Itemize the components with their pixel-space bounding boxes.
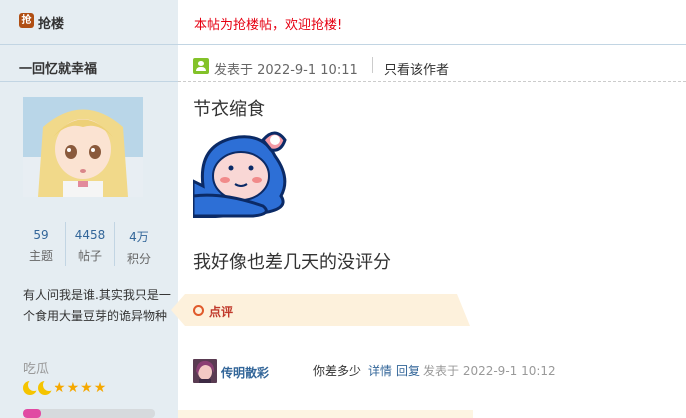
avatar-image [23,97,143,197]
stat-label: 积分 [126,252,151,266]
comment-reply-link[interactable]: 回复 [396,362,420,379]
comment-header-label: 点评 [209,305,234,319]
stat-threads[interactable]: 59 主题 [17,222,66,266]
author-name[interactable]: 一回忆就幸福 [19,58,97,77]
comment-section-footer [178,410,473,418]
qianlou-header: 抢 抢楼 [0,0,178,45]
qianlou-label[interactable]: 抢楼 [38,13,64,32]
stat-label: 主题 [28,249,53,263]
comment-username[interactable]: 传明散彩 [221,364,269,381]
comment-text: 你差多少 [313,364,362,378]
stat-credits[interactable]: 4万 积分 [115,222,163,266]
comment-section-header: 点评 [171,294,470,326]
stat-posts[interactable]: 4458 帖子 [66,222,115,266]
post-meta: 发表于 2022-9-1 10:11 只看该作者 [178,52,686,82]
emoji-sticker [191,126,291,220]
blue-mascot-sticker-icon [191,131,287,220]
comment-avatar[interactable] [193,359,217,383]
divider [372,57,373,73]
rank-stars: ★ ★ ★ ★ [23,379,107,396]
stat-label: 帖子 [77,249,102,263]
author-stats: 59 主题 4458 帖子 4万 积分 [17,222,163,266]
user-rank[interactable]: 吃瓜 [23,358,49,377]
user-online-icon [193,58,209,74]
post-text-line-2: 我好像也差几天的没评分 [193,252,391,273]
stat-value: 4万 [129,230,149,244]
qianlou-notice: 本帖为抢楼帖，欢迎抢楼! [194,18,343,33]
comment-timestamp: 发表于 2022-9-1 10:12 [423,364,556,378]
post-timestamp: 发表于 2022-9-1 10:11 [214,63,358,78]
stat-value: 59 [33,228,49,242]
stat-value: 4458 [74,228,106,242]
comment-circle-icon [193,305,204,316]
star-icon: ★ [93,380,107,396]
qianlou-icon: 抢 [19,13,34,28]
author-signature: 有人问我是谁.其实我只是一个食用大量豆芽的诡异物种 [23,288,171,323]
moon-icon [38,379,55,395]
star-icon: ★ [66,380,80,396]
star-icon: ★ [80,380,93,396]
author-header: 一回忆就幸福 [0,46,178,82]
commenter-avatar-image [193,359,217,383]
level-progress-fill [23,409,42,418]
level-progress-bar [23,409,155,418]
only-author-link[interactable]: 只看该作者 [384,59,449,78]
post-text-line-1: 节衣缩食 [193,99,265,120]
comment-detail-link[interactable]: 详情 [368,362,392,379]
moon-icon [23,379,40,395]
thread-notice-bar: 本帖为抢楼帖，欢迎抢楼! [178,0,686,45]
avatar[interactable] [23,97,143,197]
author-sidebar: 抢 抢楼 一回忆就幸福 59 主题 4458 帖子 4万 积分 有人问我是谁.其… [0,0,178,418]
